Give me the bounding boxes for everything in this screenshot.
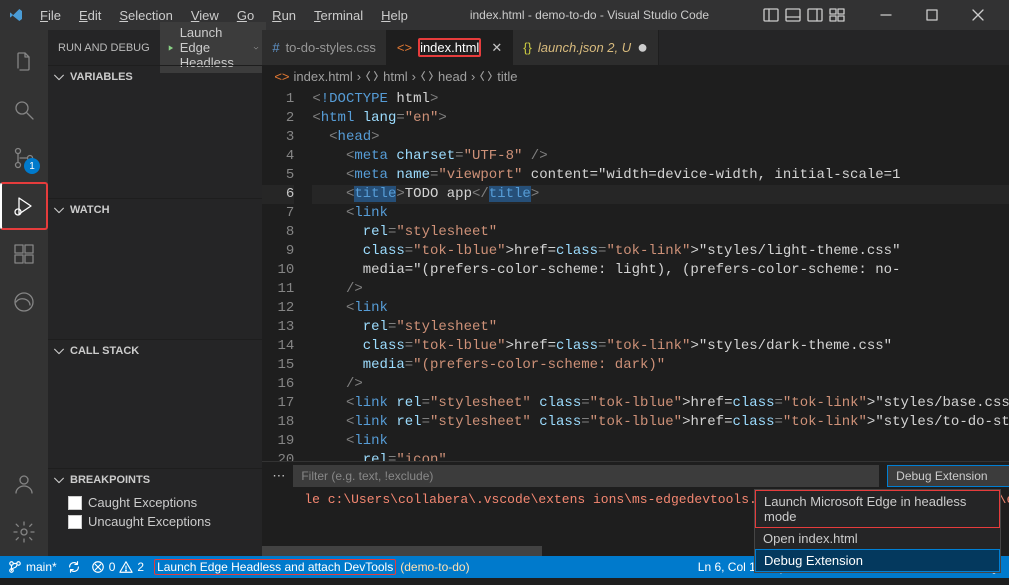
modified-dot-icon: ● (637, 37, 648, 58)
activity-extensions[interactable] (0, 230, 48, 278)
layout-panel-icon[interactable] (785, 7, 801, 23)
launch-config-label: Launch Edge Headless (180, 25, 247, 70)
edge-icon (12, 290, 36, 314)
callstack-section[interactable]: CALL STACK (48, 340, 262, 362)
activity-settings[interactable] (0, 508, 48, 556)
tab-launch-json[interactable]: {} launch.json 2, U ● (513, 30, 659, 65)
breakpoints-section[interactable]: BREAKPOINTS (48, 469, 262, 491)
menu-help[interactable]: Help (373, 4, 416, 27)
activity-account[interactable] (0, 460, 48, 508)
checkbox-icon[interactable] (68, 515, 82, 529)
error-icon (91, 560, 105, 574)
status-sync[interactable] (67, 560, 81, 574)
status-problems[interactable]: 0 2 (91, 560, 144, 574)
chevron-down-icon (52, 70, 66, 84)
activity-search[interactable] (0, 86, 48, 134)
gear-icon (12, 520, 36, 544)
minimize-button[interactable] (863, 0, 909, 30)
chevron-down-icon (52, 344, 66, 358)
debug-session-select[interactable]: Debug Extension (887, 465, 1009, 487)
activity-bar: 1 (0, 30, 48, 556)
window-title: index.html - demo-to-do - Visual Studio … (416, 8, 763, 22)
status-debug-config[interactable]: Launch Edge Headless and attach DevTools… (154, 559, 470, 575)
debug-session-dropdown: Launch Microsoft Edge in headless modeOp… (754, 489, 1001, 573)
vscode-icon (8, 7, 24, 23)
title-bar: File Edit Selection View Go Run Terminal… (0, 0, 1009, 30)
activity-edge-devtools[interactable] (0, 278, 48, 326)
layout-sidebar-right-icon[interactable] (807, 7, 823, 23)
search-icon (12, 98, 36, 122)
activity-scm[interactable]: 1 (0, 134, 48, 182)
extensions-icon (12, 242, 36, 266)
chevron-down-icon (52, 203, 66, 217)
watch-section[interactable]: WATCH (48, 199, 262, 221)
tab-index-html[interactable]: <> index.html ✕ (387, 30, 513, 65)
chevron-down-icon (52, 473, 66, 487)
breadcrumb[interactable]: <> index.html › html › head › title (262, 65, 1009, 87)
files-icon (12, 50, 36, 74)
debug-icon (12, 194, 36, 218)
menu-file[interactable]: File (32, 4, 69, 27)
account-icon (12, 472, 36, 496)
chevron-down-icon (253, 42, 259, 54)
sidebar-title: RUN AND DEBUG (58, 42, 150, 54)
dropdown-item[interactable]: Debug Extension (755, 549, 1000, 572)
close-button[interactable] (955, 0, 1001, 30)
editor-tabs: # to-do-styles.css <> index.html ✕ {} la… (262, 30, 1009, 65)
dropdown-item[interactable]: Open index.html (755, 528, 1000, 549)
html-file-icon: <> (397, 40, 412, 55)
status-branch[interactable]: main* (8, 560, 57, 574)
breakpoint-caught-exceptions[interactable]: Caught Exceptions (68, 493, 262, 512)
scm-badge: 1 (24, 158, 40, 174)
tab-to-do-styles-css[interactable]: # to-do-styles.css (262, 30, 387, 65)
more-icon[interactable]: ⋯ (272, 468, 285, 484)
tag-icon (479, 69, 493, 83)
maximize-button[interactable] (909, 0, 955, 30)
css-file-icon: # (272, 40, 279, 55)
html-file-icon: <> (274, 69, 289, 84)
activity-explorer[interactable] (0, 38, 48, 86)
sync-icon (67, 560, 81, 574)
menu-run[interactable]: Run (264, 4, 304, 27)
debug-console-filter[interactable]: Filter (e.g. text, !exclude) (293, 465, 879, 487)
play-icon (167, 41, 174, 55)
activity-run-debug[interactable] (0, 182, 48, 230)
editor-area: # to-do-styles.css <> index.html ✕ {} la… (262, 30, 1009, 556)
tag-icon (365, 69, 379, 83)
layout-customize-icon[interactable] (829, 7, 845, 23)
checkbox-icon[interactable] (68, 496, 82, 510)
branch-icon (8, 560, 22, 574)
json-file-icon: {} (523, 40, 532, 55)
menu-edit[interactable]: Edit (71, 4, 109, 27)
warning-icon (119, 560, 133, 574)
close-icon[interactable]: ✕ (491, 40, 502, 56)
variables-section[interactable]: VARIABLES (48, 66, 262, 88)
tag-icon (420, 69, 434, 83)
status-cursor[interactable]: Ln 6, Col 11 (698, 560, 762, 574)
run-debug-sidebar: RUN AND DEBUG Launch Edge Headless ⋯ VAR… (48, 30, 262, 556)
dropdown-item[interactable]: Launch Microsoft Edge in headless mode (755, 490, 1000, 528)
layout-sidebar-left-icon[interactable] (763, 7, 779, 23)
breakpoint-uncaught-exceptions[interactable]: Uncaught Exceptions (68, 512, 262, 531)
menu-terminal[interactable]: Terminal (306, 4, 371, 27)
